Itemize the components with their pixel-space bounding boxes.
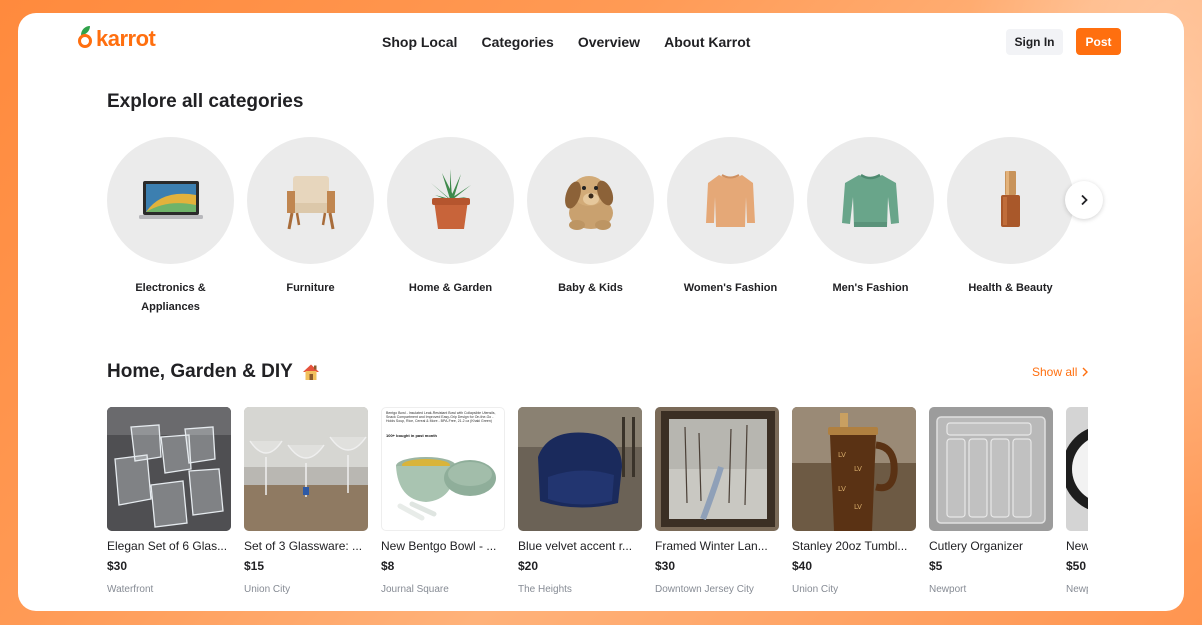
listing-card[interactable]: Framed Winter Lan... $30 Downtown Jersey… [655, 407, 779, 611]
listing-location: Newp [1066, 584, 1088, 595]
listing-title: Stanley 20oz Tumbl... [792, 539, 908, 553]
listing-title: Elegan Set of 6 Glas... [107, 539, 228, 553]
sweatshirt-icon [807, 137, 934, 264]
nav-about-karrot[interactable]: About Karrot [664, 34, 750, 50]
listing-location: Union City [244, 584, 291, 595]
category-baby-kids[interactable]: Baby & Kids [527, 137, 654, 317]
listing-price: $5 [929, 559, 943, 573]
svg-text:LV: LV [838, 451, 846, 459]
karrot-logo[interactable]: karrot [78, 26, 156, 52]
listing-thumbnail: Bentgo Bowl - Insulated Leak-Resistant B… [381, 407, 505, 531]
armchair-icon [247, 137, 374, 264]
listing-location: Waterfront [107, 584, 154, 595]
main-card: karrot Shop Local Categories Overview Ab… [18, 13, 1184, 611]
listing-price: $40 [792, 559, 813, 573]
plant-icon [387, 137, 514, 264]
listing-card[interactable]: Cutlery Organizer $5 Newport [929, 407, 1053, 611]
listing-title: New [1066, 539, 1088, 553]
plush-dog-icon [527, 137, 654, 264]
category-health-beauty[interactable]: Health & Beauty [947, 137, 1074, 317]
listing-card[interactable]: Elegan Set of 6 Glas... $30 Waterfront [107, 407, 231, 611]
laptop-icon [107, 137, 234, 264]
category-label: Women's Fashion [683, 282, 778, 294]
listing-thumbnail [107, 407, 231, 531]
listing-location: Journal Square [381, 584, 449, 595]
section-header: Home, Garden & DIY [107, 361, 321, 383]
listing-thumbnail [244, 407, 368, 531]
listing-price: $8 [381, 559, 395, 573]
listing-title: Framed Winter Lan... [655, 539, 768, 553]
listing-title: Blue velvet accent r... [518, 539, 633, 553]
listing-thumbnail [655, 407, 779, 531]
listing-location: Newport [929, 584, 967, 595]
logo-text: karrot [96, 26, 156, 51]
category-label: Furniture [286, 282, 335, 294]
chevron-right-icon [1081, 194, 1088, 206]
listing-card[interactable]: Bentgo Bowl - Insulated Leak-Resistant B… [381, 407, 505, 611]
sweater-icon [667, 137, 794, 264]
nav-overview[interactable]: Overview [578, 34, 640, 50]
category-electronics[interactable]: Electronics & Appliances [107, 137, 234, 317]
listing-card[interactable]: New $50 Newp [1066, 407, 1088, 611]
foundation-bottle-icon [947, 137, 1074, 264]
listing-price: $50 [1066, 559, 1087, 573]
listing-card[interactable]: LV LV LV LV Stanley 20oz Tumbl... $40 Union… [792, 407, 916, 611]
svg-text:LV: LV [854, 465, 862, 473]
listing-card[interactable]: Set of 3 Glassware: ... $15 Union City [244, 407, 368, 611]
section-title: Home, Garden & DIY [107, 361, 293, 382]
category-label: Men's Fashion [832, 282, 909, 294]
listing-thumbnail [1066, 407, 1088, 531]
carrot-logo-icon [78, 26, 92, 52]
house-icon [301, 362, 321, 382]
nav-categories[interactable]: Categories [481, 34, 553, 50]
category-carousel: Electronics & Appliances Furniture Home … [107, 137, 1074, 317]
listing-title: Set of 3 Glassware: ... [244, 539, 363, 553]
category-label: Home & Garden [408, 282, 493, 294]
category-label: Electronics & Appliances [135, 282, 206, 313]
listing-price: $15 [244, 559, 265, 573]
category-furniture[interactable]: Furniture [247, 137, 374, 317]
listing-title: Cutlery Organizer [929, 539, 1024, 553]
carousel-next-button[interactable] [1065, 181, 1103, 219]
listing-thumbnail [518, 407, 642, 531]
listing-location: The Heights [518, 584, 572, 595]
listing-carousel: Elegan Set of 6 Glas... $30 Waterfront S… [107, 407, 1088, 611]
show-all-link[interactable]: Show all [1032, 365, 1089, 379]
nav-shop-local[interactable]: Shop Local [382, 34, 457, 50]
listing-price: $20 [518, 559, 539, 573]
category-mens-fashion[interactable]: Men's Fashion [807, 137, 934, 317]
listing-thumbnail: LV LV LV LV [792, 407, 916, 531]
listing-price: $30 [107, 559, 128, 573]
listing-location: Union City [792, 584, 839, 595]
category-home-garden[interactable]: Home & Garden [387, 137, 514, 317]
category-label: Health & Beauty [968, 282, 1053, 294]
category-label: Baby & Kids [558, 282, 623, 294]
category-womens-fashion[interactable]: Women's Fashion [667, 137, 794, 317]
chevron-right-icon [1082, 367, 1089, 377]
listing-location: Downtown Jersey City [655, 584, 754, 595]
main-nav: Shop Local Categories Overview About Kar… [382, 34, 750, 50]
listing-card[interactable]: Blue velvet accent r... $20 The Heights [518, 407, 642, 611]
post-button[interactable]: Post [1076, 28, 1121, 55]
listing-title: New Bentgo Bowl - ... [381, 539, 497, 553]
svg-text:LV: LV [854, 503, 862, 511]
categories-title: Explore all categories [107, 91, 304, 112]
sign-in-button[interactable]: Sign In [1006, 29, 1063, 55]
listing-price: $30 [655, 559, 676, 573]
svg-text:LV: LV [838, 485, 846, 493]
show-all-label: Show all [1032, 365, 1078, 379]
listing-thumbnail [929, 407, 1053, 531]
